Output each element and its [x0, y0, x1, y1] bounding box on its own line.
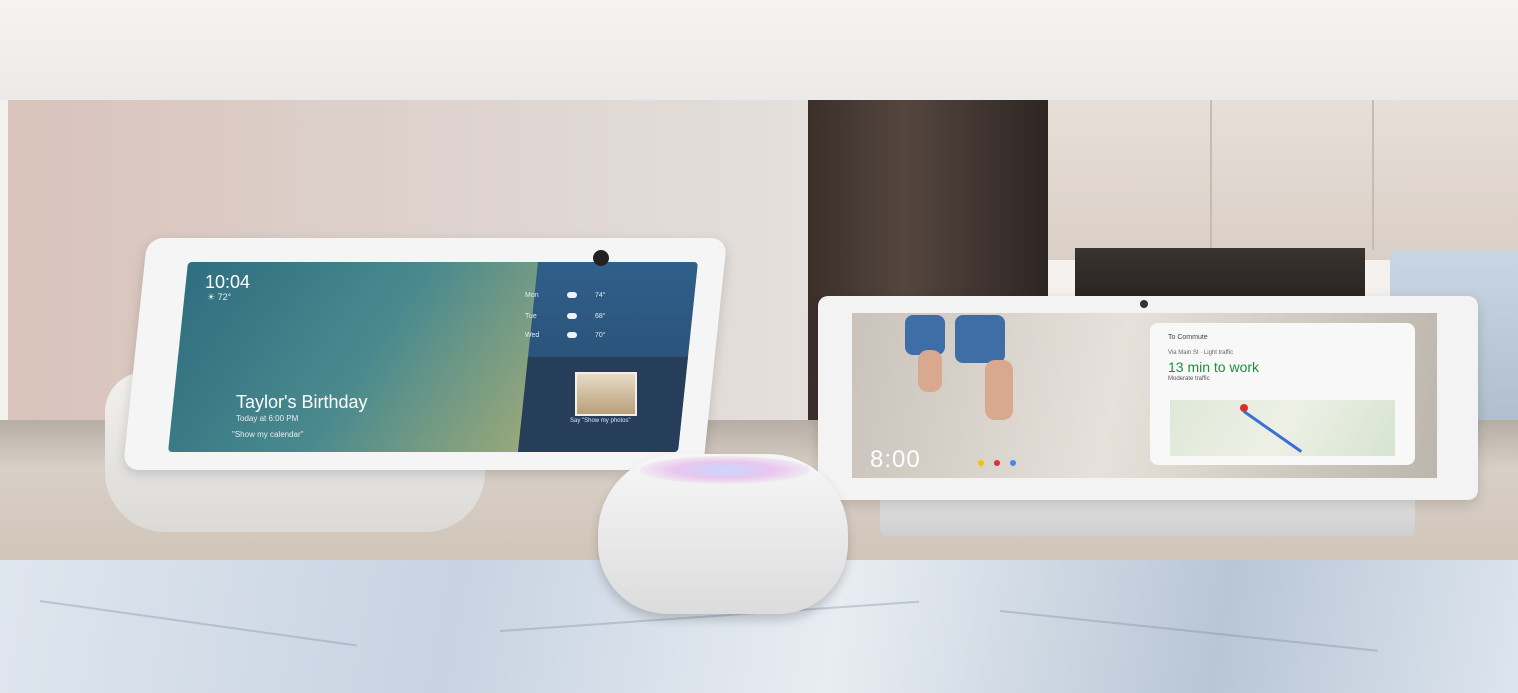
speaker-light-ring	[640, 456, 810, 484]
weather-temp: 74°	[595, 292, 606, 299]
cabinet-seam	[1210, 100, 1212, 250]
commute-eta: 13 min to work	[1168, 359, 1260, 375]
commute-route: Via Main St · Light traffic	[1168, 350, 1234, 356]
route-map	[1170, 400, 1395, 456]
photo-thumbnail	[575, 372, 637, 416]
weather-row: Wed 70°	[525, 332, 645, 342]
weather-day: Wed	[525, 332, 540, 339]
cabinet-seam	[1372, 100, 1374, 250]
cloud-icon	[567, 313, 577, 319]
display-temperature: ☀ 72°	[207, 292, 232, 302]
marble-vein	[39, 600, 358, 647]
display-time: 10:04	[205, 272, 251, 292]
cloud-icon	[567, 332, 577, 338]
kitchen-scene: 10:04 ☀ 72° Taylor's Birthday Today at 6…	[0, 0, 1518, 693]
assistant-dot	[1010, 460, 1016, 466]
person-foot	[918, 350, 942, 392]
event-hint: "Show my calendar"	[232, 430, 304, 439]
hub-time: 8:00	[870, 446, 921, 473]
person-foot	[985, 360, 1013, 420]
weather-day: Mon	[525, 292, 539, 299]
weather-day: Tue	[525, 313, 537, 320]
event-title: Taylor's Birthday	[236, 392, 368, 412]
kitchen-cabinets	[1048, 100, 1518, 260]
camera-icon	[593, 250, 609, 266]
weather-temp: 68°	[595, 313, 606, 320]
person-leg	[905, 315, 945, 355]
map-pin-icon	[1240, 404, 1248, 412]
camera-icon	[1140, 300, 1148, 308]
top-band	[0, 0, 1518, 100]
person-leg	[955, 315, 1005, 363]
event-subtitle: Today at 6:00 PM	[236, 414, 299, 423]
marble-vein	[999, 610, 1379, 652]
assistant-dot	[978, 460, 984, 466]
commute-traffic: Moderate traffic	[1168, 376, 1210, 382]
commute-label: To Commute	[1168, 334, 1208, 341]
assistant-dot	[994, 460, 1000, 466]
weather-row: Mon 74°	[525, 292, 645, 302]
weather-row: Tue 68°	[525, 313, 645, 323]
cloud-icon	[567, 292, 577, 298]
weather-temp: 70°	[595, 332, 606, 339]
photo-caption: Say "Show my photos"	[570, 418, 631, 424]
